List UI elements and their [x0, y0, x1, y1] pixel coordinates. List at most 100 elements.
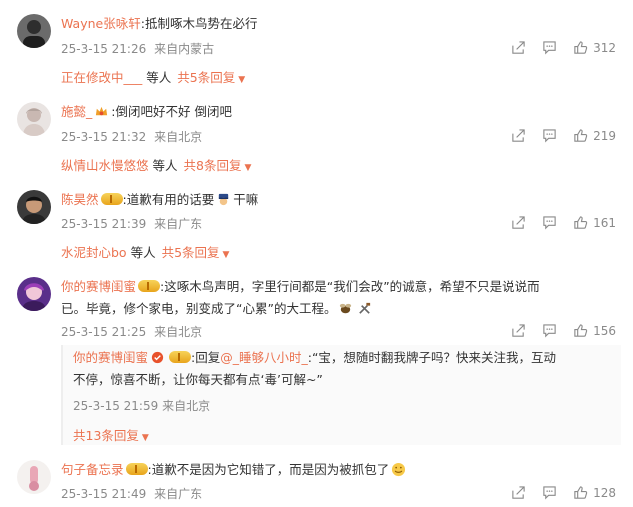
- level-badge-icon: [138, 280, 161, 292]
- location: 来自北京: [154, 325, 203, 339]
- comment-text-tail: 干嘛: [233, 192, 259, 207]
- verified-icon: [150, 350, 165, 365]
- username-link[interactable]: 陈昊然: [61, 192, 99, 207]
- sub-reply-line: 你的赛博闺蜜:回复@_睡够八小时_:“宝，想随时翻我牌子吗？快来关注我，互动: [73, 347, 556, 369]
- sub-reply-text: :“宝，想随时翻我牌子吗？快来关注我，互动: [307, 350, 556, 365]
- view-replies-label[interactable]: 共13条回复: [73, 428, 139, 443]
- share-icon: [512, 216, 525, 229]
- like-icon: [574, 324, 588, 337]
- chevron-down-icon: ▼: [141, 433, 149, 443]
- username-link[interactable]: Wayne张咏轩: [61, 16, 141, 31]
- comment-button[interactable]: [542, 215, 557, 230]
- comment-text: :道歉有用的话要: [122, 192, 215, 207]
- avatar[interactable]: [17, 14, 51, 48]
- reply-suffix: 等人: [152, 158, 178, 173]
- comment-button[interactable]: [542, 485, 557, 500]
- sub-reply-meta: 25-3-15 21:59 来自北京: [73, 397, 210, 414]
- timestamp: 25-3-15 21:39: [61, 217, 147, 231]
- comment-meta: 25-3-15 21:39 来自广东: [61, 215, 202, 232]
- like-button[interactable]: 312: [573, 40, 616, 55]
- like-count: 312: [593, 40, 616, 55]
- like-button[interactable]: 128: [573, 485, 616, 500]
- username-link[interactable]: 你的赛博闺蜜: [61, 279, 136, 294]
- like-icon: [574, 129, 588, 142]
- comment-button[interactable]: [542, 40, 557, 55]
- location: 来自广东: [154, 487, 203, 501]
- sub-reply-box: 你的赛博闺蜜:回复@_睡够八小时_:“宝，想随时翻我牌子吗？快来关注我，互动 不…: [61, 345, 621, 445]
- comment-text: :倒闭吧好不好 倒闭吧: [111, 104, 232, 119]
- share-icon: [512, 486, 525, 499]
- comment-text-line2: 已。毕竟，修个家电，别变成了“心累”的大工程。: [61, 301, 337, 316]
- view-replies-link[interactable]: 共5条回复: [162, 245, 220, 260]
- chevron-down-icon: ▼: [222, 250, 230, 260]
- comment-button[interactable]: [542, 323, 557, 338]
- share-button[interactable]: [511, 323, 526, 338]
- share-button[interactable]: [511, 215, 526, 230]
- share-icon: [512, 41, 525, 54]
- comment-actions: 219: [495, 128, 616, 143]
- sub-reply-username[interactable]: 你的赛博闺蜜: [73, 350, 148, 365]
- avatar[interactable]: [17, 102, 51, 136]
- share-button[interactable]: [511, 40, 526, 55]
- view-replies-link[interactable]: 共8条回复: [184, 158, 242, 173]
- timestamp: 25-3-15 21:59: [73, 399, 159, 413]
- comment-button[interactable]: [542, 128, 557, 143]
- comment-text-line: 句子备忘录 :道歉不是因为它知错了，而是因为被抓包了: [61, 461, 408, 479]
- level-badge-icon: [100, 193, 123, 205]
- like-count: 156: [593, 323, 616, 338]
- like-icon: [574, 216, 588, 229]
- comment-meta: 25-3-15 21:25 来自北京: [61, 323, 202, 340]
- sub-reply-line: 不停，惊喜不断，让你每天都有点‘毒’可解~”: [73, 369, 323, 391]
- comment-text-line: 已。毕竟，修个家电，别变成了“心累”的大工程。: [61, 300, 374, 318]
- comment-text: :道歉不是因为它知错了，而是因为被抓包了: [147, 462, 390, 477]
- crown-badge-icon: [94, 104, 109, 119]
- comment-icon: [543, 324, 556, 338]
- comment-icon: [543, 216, 556, 230]
- reply-username[interactable]: 纵情山水慢悠悠: [61, 158, 149, 173]
- comment-text-line: 你的赛博闺蜜 :这啄木鸟声明，字里行间都是“我们会改”的诚意，希望不只是说说而: [61, 278, 540, 296]
- mention-link[interactable]: @_睡够八小时_: [220, 350, 308, 365]
- level-badge-icon: [169, 351, 192, 363]
- location: 来自广东: [154, 217, 203, 231]
- comment-text-line: Wayne张咏轩:抵制啄木鸟势在必行: [61, 15, 257, 33]
- like-icon: [574, 486, 588, 499]
- comment-icon: [543, 129, 556, 143]
- share-button[interactable]: [511, 128, 526, 143]
- timestamp: 25-3-15 21:32: [61, 130, 147, 144]
- like-button[interactable]: 156: [573, 323, 616, 338]
- view-replies-link[interactable]: 共5条回复: [177, 70, 235, 85]
- share-button[interactable]: [511, 485, 526, 500]
- like-count: 161: [593, 215, 616, 230]
- timestamp: 25-3-15 21:26: [61, 42, 147, 56]
- avatar[interactable]: [17, 460, 51, 494]
- like-button[interactable]: 161: [573, 215, 616, 230]
- location: 来自内蒙古: [154, 42, 215, 56]
- comment-text-line: 陈昊然 :道歉有用的话要 干嘛: [61, 191, 258, 209]
- timestamp: 25-3-15 21:25: [61, 325, 147, 339]
- comment-actions: 156: [495, 323, 616, 338]
- like-button[interactable]: 219: [573, 128, 616, 143]
- comment-actions: 312: [495, 40, 616, 55]
- reply-username[interactable]: 正在修改中___: [61, 70, 142, 85]
- like-count: 219: [593, 128, 616, 143]
- comment-meta: 25-3-15 21:26 来自内蒙古: [61, 40, 214, 57]
- comment-text-line1: :这啄木鸟声明，字里行间都是“我们会改”的诚意，希望不只是说说而: [160, 279, 540, 294]
- avatar[interactable]: [17, 277, 51, 311]
- location: 来自北京: [154, 130, 203, 144]
- reply-suffix: 等人: [146, 70, 172, 85]
- chevron-down-icon: ▼: [244, 163, 252, 173]
- level-badge-icon: [125, 463, 148, 475]
- reply-suffix: 等人: [130, 245, 156, 260]
- like-icon: [574, 41, 588, 54]
- replies-summary[interactable]: 正在修改中___ 等人 共5条回复 ▼: [61, 67, 245, 86]
- username-link[interactable]: 施懿_: [61, 104, 92, 119]
- like-count: 128: [593, 485, 616, 500]
- avatar[interactable]: [17, 190, 51, 224]
- replies-summary[interactable]: 水泥封心bo 等人 共5条回复 ▼: [61, 242, 229, 261]
- view-replies-link[interactable]: 共13条回复 ▼: [73, 425, 149, 444]
- bee-emoji-icon: [338, 301, 353, 316]
- comment-actions: 128: [495, 485, 616, 500]
- replies-summary[interactable]: 纵情山水慢悠悠 等人 共8条回复 ▼: [61, 155, 251, 174]
- username-link[interactable]: 句子备忘录: [61, 462, 124, 477]
- reply-username[interactable]: 水泥封心bo: [61, 245, 127, 260]
